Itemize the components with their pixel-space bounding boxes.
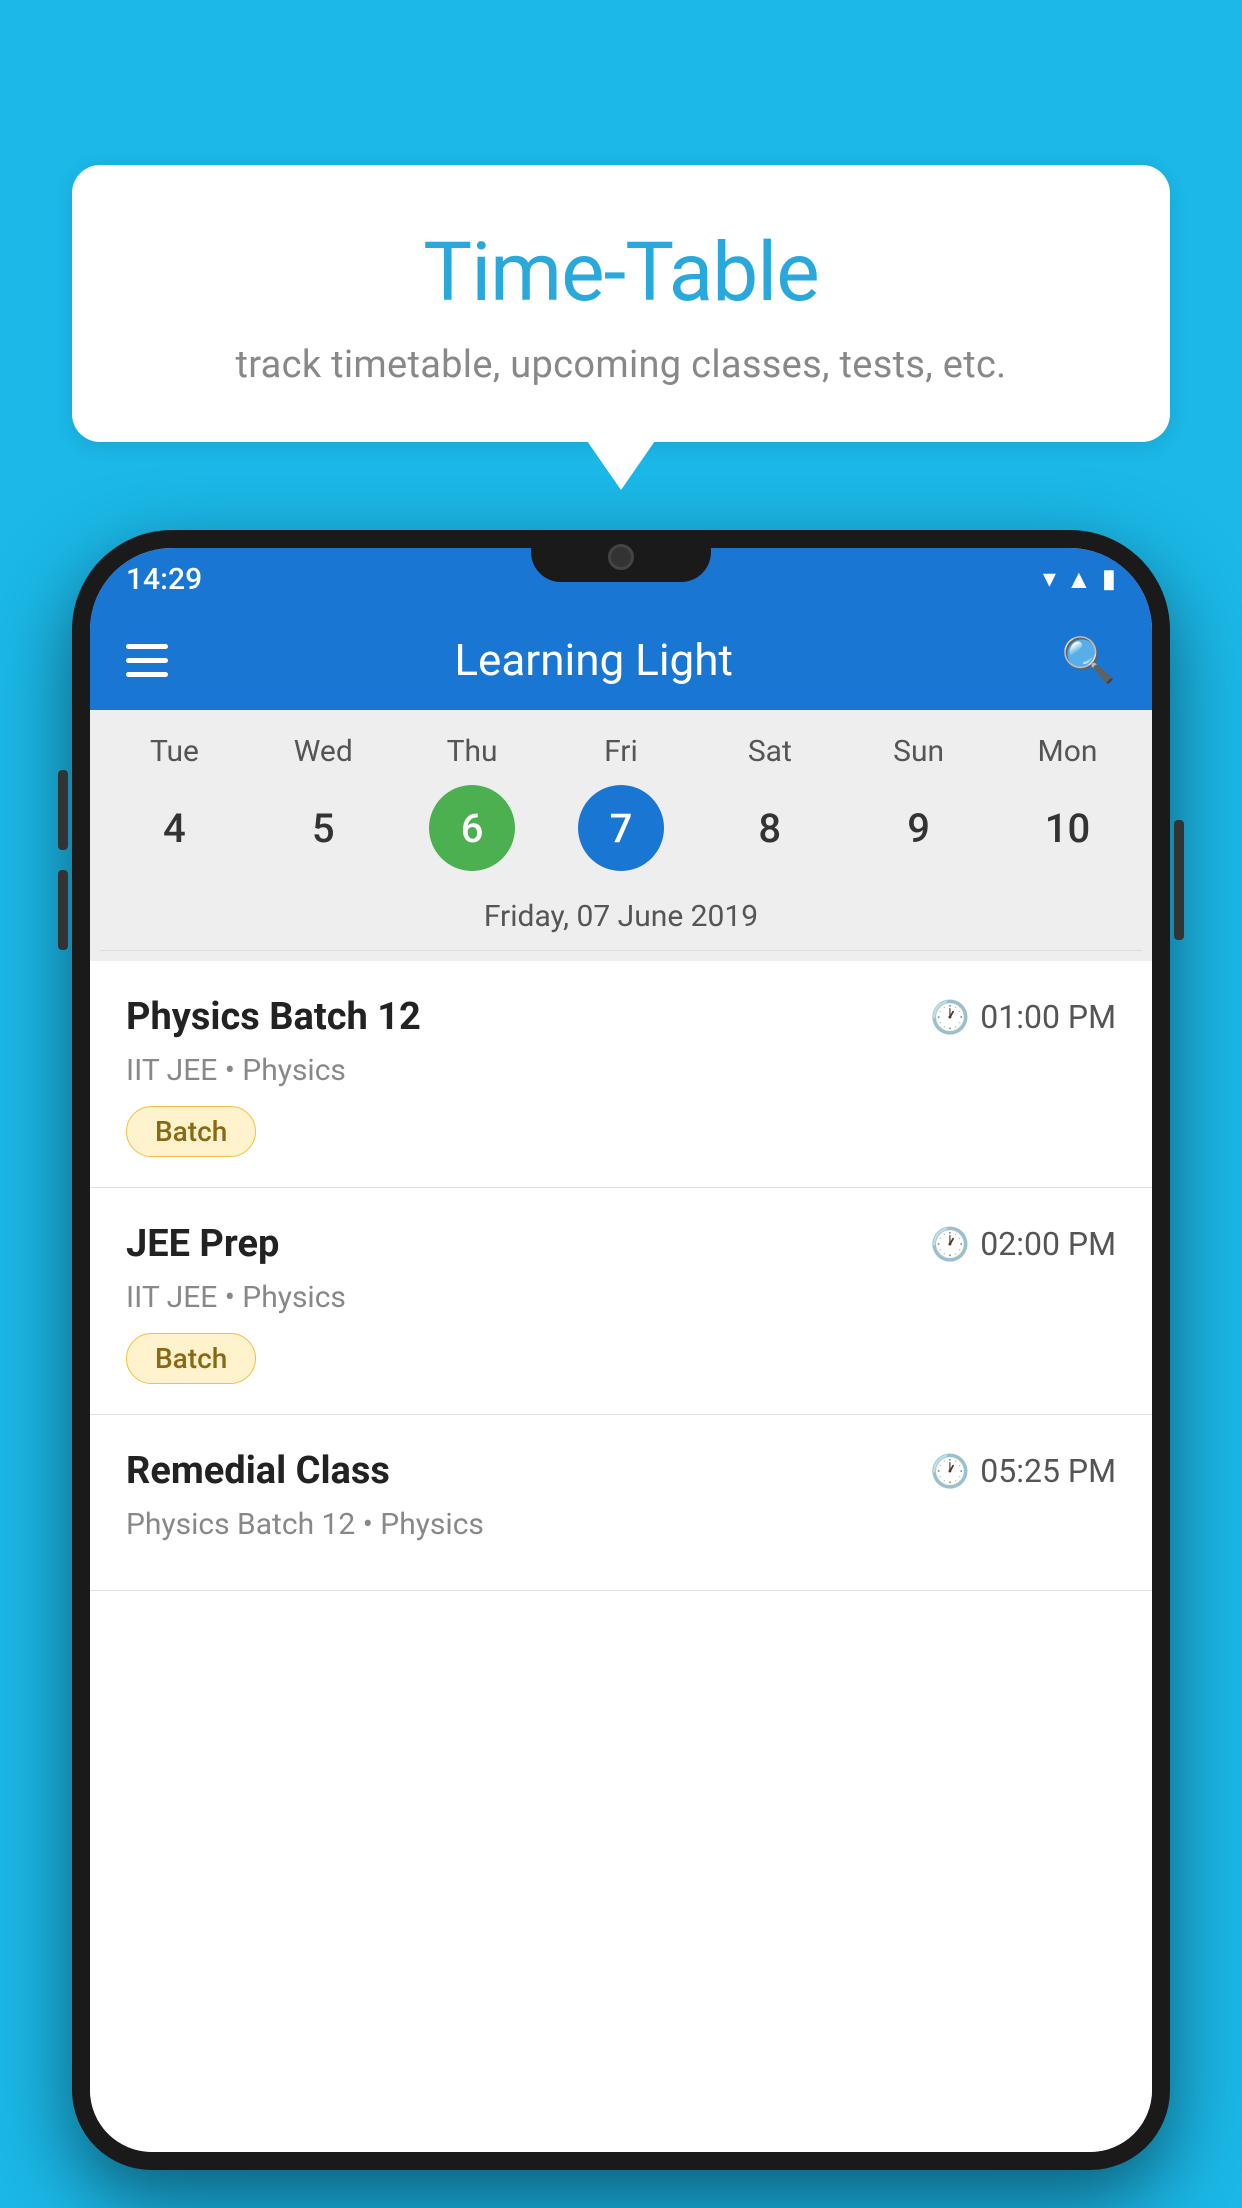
day-headers: Tue Wed Thu Fri Sat Sun Mon xyxy=(100,734,1142,769)
phone-wrapper: 14:29 ▾ ▲ ▮ Learning Light 🔍 xyxy=(72,530,1170,2208)
schedule-item-1[interactable]: JEE Prep 🕐 02:00 PM IIT JEE • Physics Ba… xyxy=(90,1188,1152,1415)
schedule-item-0[interactable]: Physics Batch 12 🕐 01:00 PM IIT JEE • Ph… xyxy=(90,961,1152,1188)
schedule-item-time-text-1: 02:00 PM xyxy=(980,1225,1116,1263)
batch-badge-0: Batch xyxy=(126,1106,256,1157)
phone-body: 14:29 ▾ ▲ ▮ Learning Light 🔍 xyxy=(72,530,1170,2170)
speech-bubble-card: Time-Table track timetable, upcoming cla… xyxy=(72,165,1170,442)
front-camera xyxy=(608,544,634,570)
schedule-item-time-2: 🕐 05:25 PM xyxy=(930,1452,1116,1490)
signal-icon: ▲ xyxy=(1066,564,1092,595)
day-6-today[interactable]: 6 xyxy=(429,785,515,871)
schedule-item-header-2: Remedial Class 🕐 05:25 PM xyxy=(126,1449,1116,1493)
day-4[interactable]: 4 xyxy=(131,785,217,871)
day-header-tue: Tue xyxy=(114,734,234,769)
status-time: 14:29 xyxy=(126,562,202,597)
schedule-item-time-0: 🕐 01:00 PM xyxy=(930,998,1116,1036)
day-numbers: 4 5 6 7 8 9 10 xyxy=(100,785,1142,871)
day-header-thu: Thu xyxy=(412,734,532,769)
schedule-item-2[interactable]: Remedial Class 🕐 05:25 PM Physics Batch … xyxy=(90,1415,1152,1591)
day-header-mon: Mon xyxy=(1007,734,1127,769)
schedule-item-sub-1: IIT JEE • Physics xyxy=(126,1280,1116,1315)
power-button xyxy=(1174,820,1184,940)
day-8[interactable]: 8 xyxy=(727,785,813,871)
schedule-item-name-2: Remedial Class xyxy=(126,1449,390,1493)
schedule-item-time-text-0: 01:00 PM xyxy=(980,998,1116,1036)
schedule-item-name-0: Physics Batch 12 xyxy=(126,995,421,1039)
day-5[interactable]: 5 xyxy=(280,785,366,871)
clock-icon-2: 🕐 xyxy=(930,1452,970,1490)
day-header-fri: Fri xyxy=(561,734,681,769)
status-icons: ▾ ▲ ▮ xyxy=(1043,564,1116,595)
wifi-icon: ▾ xyxy=(1043,564,1056,594)
phone-screen: 14:29 ▾ ▲ ▮ Learning Light 🔍 xyxy=(90,548,1152,2152)
clock-icon-0: 🕐 xyxy=(930,998,970,1036)
app-title: Learning Light xyxy=(126,634,1061,686)
volume-down-button xyxy=(58,870,68,950)
selected-date-label: Friday, 07 June 2019 xyxy=(100,887,1142,951)
schedule-item-sub-2: Physics Batch 12 • Physics xyxy=(126,1507,1116,1542)
bubble-subtitle: track timetable, upcoming classes, tests… xyxy=(112,343,1130,387)
day-header-wed: Wed xyxy=(263,734,383,769)
schedule-item-time-1: 🕐 02:00 PM xyxy=(930,1225,1116,1263)
schedule-item-time-text-2: 05:25 PM xyxy=(980,1452,1116,1490)
day-10[interactable]: 10 xyxy=(1024,785,1110,871)
schedule-item-name-1: JEE Prep xyxy=(126,1222,279,1266)
schedule-item-header-1: JEE Prep 🕐 02:00 PM xyxy=(126,1222,1116,1266)
bubble-title: Time-Table xyxy=(112,225,1130,321)
day-9[interactable]: 9 xyxy=(876,785,962,871)
phone-notch xyxy=(531,530,711,582)
volume-up-button xyxy=(58,770,68,850)
day-header-sun: Sun xyxy=(859,734,979,769)
clock-icon-1: 🕐 xyxy=(930,1225,970,1263)
app-bar: Learning Light 🔍 xyxy=(90,610,1152,710)
calendar-strip: Tue Wed Thu Fri Sat Sun Mon 4 5 6 7 8 9 … xyxy=(90,710,1152,961)
schedule-item-sub-0: IIT JEE • Physics xyxy=(126,1053,1116,1088)
day-7-selected[interactable]: 7 xyxy=(578,785,664,871)
schedule-list: Physics Batch 12 🕐 01:00 PM IIT JEE • Ph… xyxy=(90,961,1152,2152)
day-header-sat: Sat xyxy=(710,734,830,769)
batch-badge-1: Batch xyxy=(126,1333,256,1384)
battery-icon: ▮ xyxy=(1102,564,1116,594)
search-icon[interactable]: 🔍 xyxy=(1061,634,1116,686)
schedule-item-header-0: Physics Batch 12 🕐 01:00 PM xyxy=(126,995,1116,1039)
